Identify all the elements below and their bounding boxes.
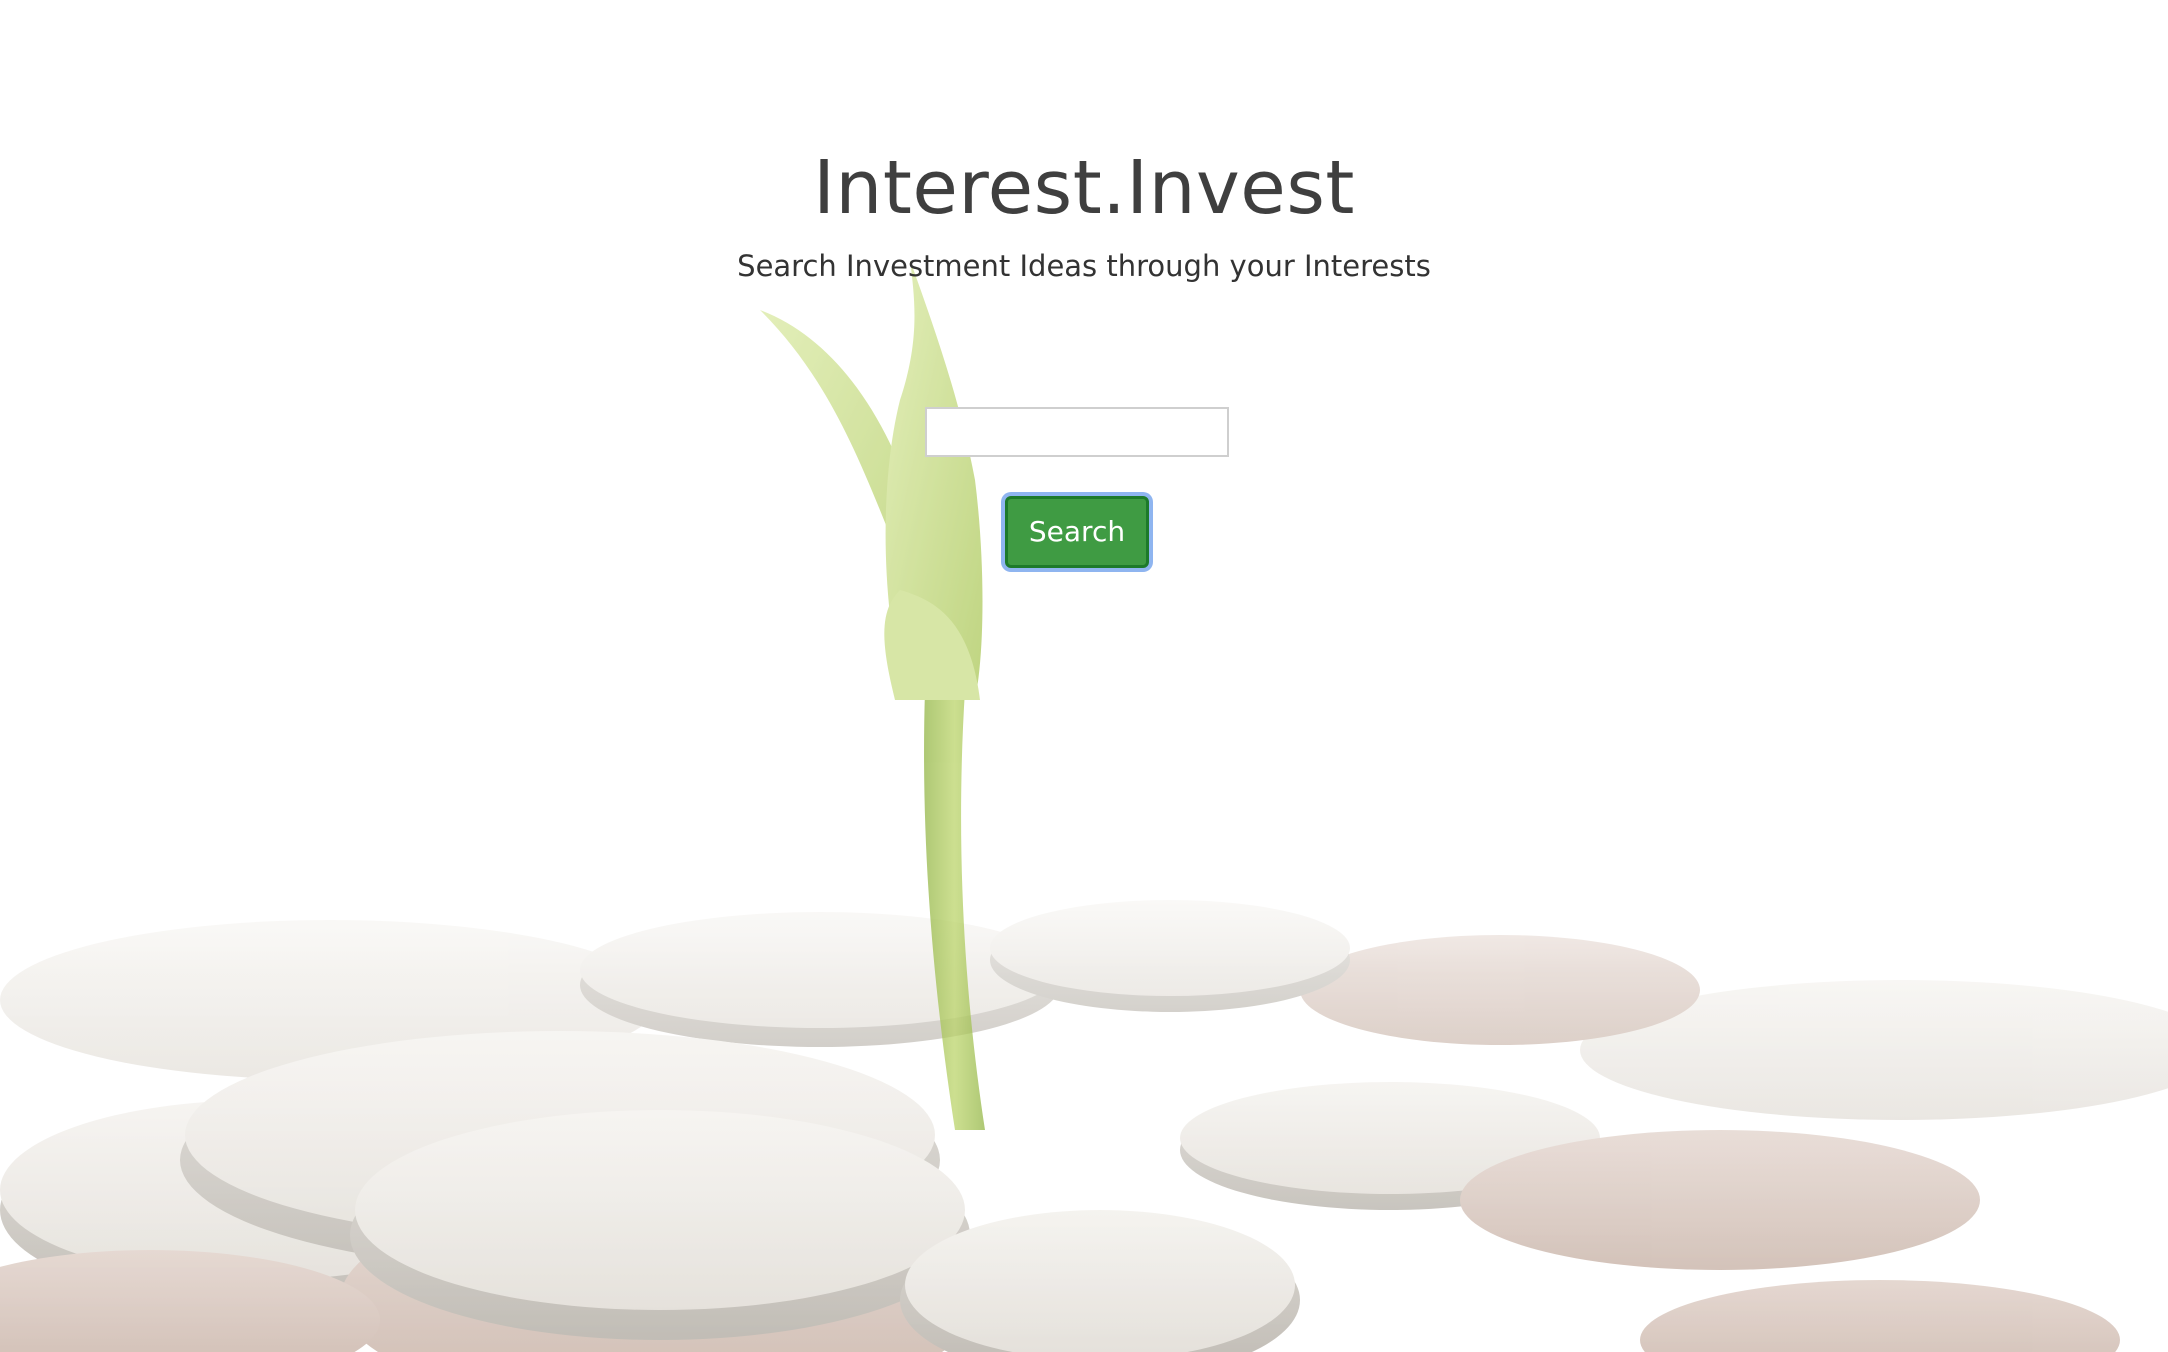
hero: Interest.Invest Search Investment Ideas …: [0, 0, 2168, 1352]
app-tagline: Search Investment Ideas through your Int…: [737, 249, 1431, 283]
search-input[interactable]: [925, 407, 1229, 457]
app-title: Interest.Invest: [813, 145, 1355, 231]
search-button[interactable]: Search: [1005, 496, 1149, 568]
landing-page: Interest.Invest Search Investment Ideas …: [0, 0, 2168, 1352]
